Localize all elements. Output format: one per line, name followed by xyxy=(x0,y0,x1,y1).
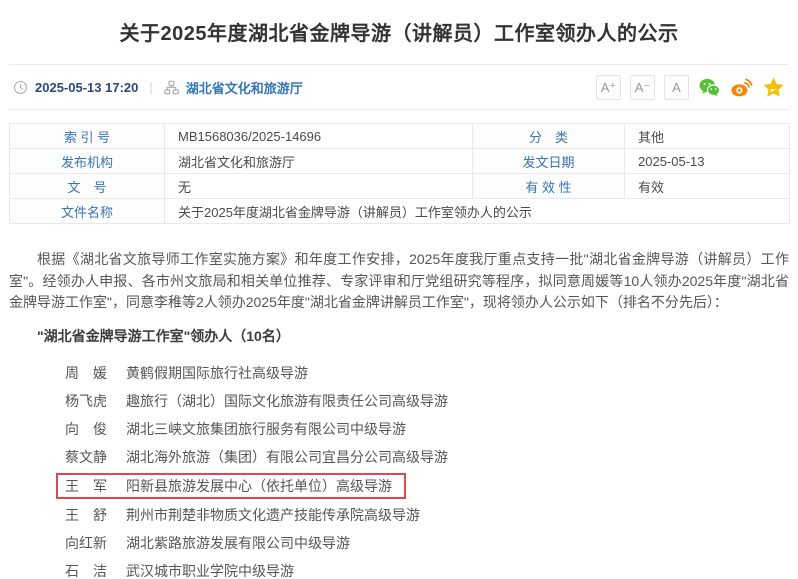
list-item: 蔡文静湖北海外旅游（集团）有限公司宜昌分公司高级导游 xyxy=(65,447,789,467)
page-title: 关于2025年度湖北省金牌导游（讲解员）工作室领办人的公示 xyxy=(9,17,789,46)
qzone-share-icon[interactable] xyxy=(762,76,785,99)
meta-tools: A⁺ A⁻ A xyxy=(596,75,785,100)
leader-org: 趣旅行（湖北）国际文化旅游有限责任公司高级导游 xyxy=(126,391,448,411)
index-value: MB1568036/2025-14696 xyxy=(165,124,473,149)
font-reset-button[interactable]: A xyxy=(664,75,689,100)
pubdate-value: 2025-05-13 xyxy=(625,149,790,174)
filename-label: 文件名称 xyxy=(10,199,165,224)
leader-name: 向红新 xyxy=(65,533,107,553)
leader-name: 石 洁 xyxy=(65,561,107,579)
leader-org: 湖北海外旅游（集团）有限公司宜昌分公司高级导游 xyxy=(126,447,448,467)
list-item: 向 俊湖北三峡文旅集团旅行服务有限公司中级导游 xyxy=(65,419,789,439)
list-item: 周 媛黄鹤假期国际旅行社高级导游 xyxy=(65,363,789,383)
document-info-table: 索 引 号 MB1568036/2025-14696 分 类 其他 发布机构 湖… xyxy=(9,123,790,224)
leader-name: 周 媛 xyxy=(65,363,107,383)
list-item: 杨飞虎趣旅行（湖北）国际文化旅游有限责任公司高级导游 xyxy=(65,391,789,411)
leader-name: 蔡文静 xyxy=(65,447,107,467)
publish-datetime: 2025-05-13 17:20 xyxy=(35,80,138,95)
leader-name: 向 俊 xyxy=(65,419,107,439)
docno-value: 无 xyxy=(165,174,473,199)
notice-paragraph: 根据《湖北省文旅导师工作室实施方案》和年度工作安排，2025年度我厅重点支持一批… xyxy=(9,249,789,314)
agency-label: 发布机构 xyxy=(10,149,165,174)
meta-bar: 2025-05-13 17:20 | 湖北省文化和旅游厅 A⁺ A⁻ A xyxy=(9,64,789,110)
leader-org: 湖北三峡文旅集团旅行服务有限公司中级导游 xyxy=(126,419,406,439)
validity-label: 有 效 性 xyxy=(473,174,625,199)
leader-org: 荆州市荆楚非物质文化遗产技能传承院高级导游 xyxy=(126,505,420,525)
table-row: 发布机构 湖北省文化和旅游厅 发文日期 2025-05-13 xyxy=(10,149,790,174)
source-agency-link[interactable]: 湖北省文化和旅游厅 xyxy=(186,78,303,97)
leaders-list: 周 媛黄鹤假期国际旅行社高级导游 杨飞虎趣旅行（湖北）国际文化旅游有限责任公司高… xyxy=(9,363,789,579)
pubdate-label: 发文日期 xyxy=(473,149,625,174)
list-item: 向红新湖北紫路旅游发展有限公司中级导游 xyxy=(65,533,789,553)
list-item-highlighted: 王 军阳新县旅游发展中心（依托单位）高级导游 xyxy=(56,473,406,499)
clock-icon xyxy=(13,80,28,95)
table-row: 文件名称 关于2025年度湖北省金牌导游（讲解员）工作室领办人的公示 xyxy=(10,199,790,224)
org-icon xyxy=(164,80,179,95)
wechat-share-icon[interactable] xyxy=(698,76,721,99)
meta-separator: | xyxy=(149,80,152,95)
article-page: 关于2025年度湖北省金牌导游（讲解员）工作室领办人的公示 2025-05-13… xyxy=(0,17,798,579)
leader-name: 杨飞虎 xyxy=(65,391,107,411)
table-row: 文 号 无 有 效 性 有效 xyxy=(10,174,790,199)
font-smaller-button[interactable]: A⁻ xyxy=(630,75,655,100)
index-label: 索 引 号 xyxy=(10,124,165,149)
table-row: 索 引 号 MB1568036/2025-14696 分 类 其他 xyxy=(10,124,790,149)
agency-value: 湖北省文化和旅游厅 xyxy=(165,149,473,174)
meta-info: 2025-05-13 17:20 | 湖北省文化和旅游厅 xyxy=(13,78,303,97)
list-item: 王 舒荆州市荆楚非物质文化遗产技能传承院高级导游 xyxy=(65,505,789,525)
docno-label: 文 号 xyxy=(10,174,165,199)
font-larger-button[interactable]: A⁺ xyxy=(596,75,621,100)
category-label: 分 类 xyxy=(473,124,625,149)
section-heading: "湖北省金牌导游工作室"领办人（10名） xyxy=(9,326,789,346)
leader-name: 王 舒 xyxy=(65,505,107,525)
weibo-share-icon[interactable] xyxy=(730,76,753,99)
leader-org: 湖北紫路旅游发展有限公司中级导游 xyxy=(126,533,350,553)
filename-value: 关于2025年度湖北省金牌导游（讲解员）工作室领办人的公示 xyxy=(165,199,790,224)
leader-name: 王 军 xyxy=(65,476,107,496)
leader-org: 阳新县旅游发展中心（依托单位）高级导游 xyxy=(126,476,392,496)
leader-org: 黄鹤假期国际旅行社高级导游 xyxy=(126,363,308,383)
leader-org: 武汉城市职业学院中级导游 xyxy=(126,561,294,579)
list-item: 石 洁 武汉城市职业学院中级导游 xyxy=(65,561,789,579)
category-value: 其他 xyxy=(625,124,790,149)
validity-value: 有效 xyxy=(625,174,790,199)
